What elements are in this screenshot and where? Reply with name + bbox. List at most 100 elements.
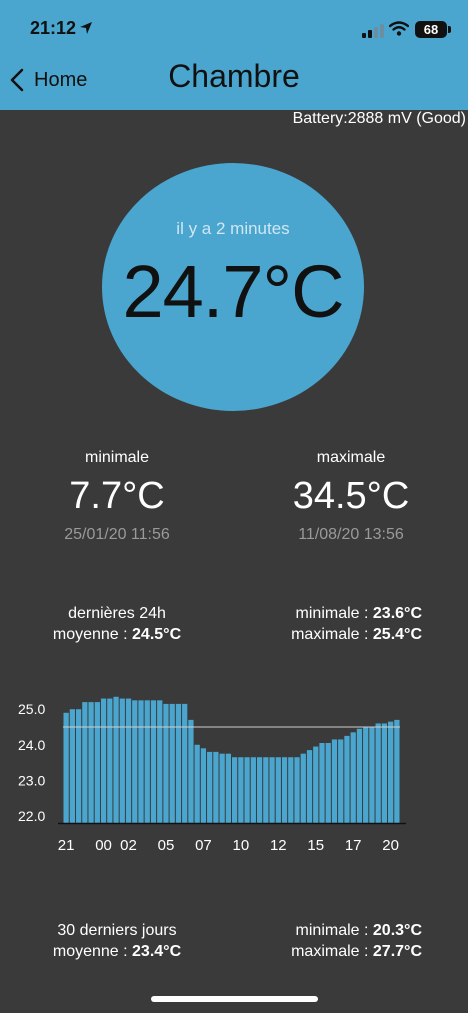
max-date: 11/08/20 13:56 bbox=[298, 526, 404, 543]
chart-bar bbox=[275, 757, 281, 823]
chart-bar bbox=[100, 698, 107, 823]
chart-bar bbox=[394, 719, 400, 823]
current-temperature-circle: il y a 2 minutes 24.7°C bbox=[102, 163, 364, 411]
chart-bar bbox=[194, 744, 200, 823]
chart-bar bbox=[88, 702, 94, 823]
chart-bar bbox=[350, 732, 356, 823]
chart-bar bbox=[213, 751, 219, 823]
last24-average: moyenne : 24.5°C bbox=[52, 626, 182, 643]
status-time: 21:12 bbox=[30, 18, 77, 38]
x-tick-label: 20 bbox=[382, 837, 399, 854]
chart-bar bbox=[82, 702, 88, 823]
max-record: maximale 34.5°C 11/08/20 13:56 bbox=[234, 449, 468, 544]
chart-bar bbox=[238, 757, 244, 823]
chart-bar bbox=[163, 703, 169, 823]
chart-bar bbox=[107, 698, 113, 823]
battery-icon: 68 bbox=[415, 21, 447, 38]
chart-bar bbox=[388, 721, 394, 823]
min-date: 25/01/20 11:56 bbox=[64, 526, 170, 543]
wifi-icon bbox=[389, 21, 409, 36]
page-title: Chambre bbox=[168, 58, 300, 94]
x-tick-label: 07 bbox=[195, 837, 212, 854]
temperature-24h-chart: 25.0 24.0 23.0 22.0 21 00 02 05 07 10 12 15 17 20 bbox=[18, 696, 406, 854]
chart-bar bbox=[294, 757, 300, 823]
chart-bar bbox=[281, 757, 288, 823]
last24-right: minimale : 23.6°C maximale : 25.4°C bbox=[291, 603, 422, 645]
chart-bar bbox=[338, 739, 344, 823]
x-tick-label: 17 bbox=[345, 837, 362, 854]
chart-bar bbox=[200, 748, 207, 823]
chart-bar bbox=[375, 723, 381, 823]
min-value: 7.7°C bbox=[69, 475, 165, 517]
chart-bar bbox=[300, 753, 306, 823]
chart-bar bbox=[244, 757, 250, 823]
x-tick-label: 12 bbox=[270, 837, 287, 854]
chart-bar bbox=[113, 696, 119, 823]
chart-bar bbox=[331, 739, 338, 823]
x-tick-label: 10 bbox=[233, 837, 250, 854]
chart-bar bbox=[225, 753, 231, 823]
chart-bar bbox=[381, 723, 388, 823]
chart-bar bbox=[250, 757, 256, 823]
chart-bar bbox=[306, 750, 313, 823]
chart-bar bbox=[94, 702, 100, 823]
x-tick-label: 15 bbox=[307, 837, 324, 854]
chart-bar bbox=[369, 727, 375, 823]
home-indicator[interactable] bbox=[151, 996, 318, 1002]
chart-bar bbox=[175, 703, 182, 823]
x-tick-label: 05 bbox=[158, 837, 175, 854]
battery-info: Battery:2888 mV (Good) bbox=[292, 110, 466, 127]
chart-bar bbox=[132, 700, 138, 823]
last30-left: 30 derniers jours moyenne : 23.4°C bbox=[46, 920, 188, 962]
chart-bar bbox=[75, 709, 82, 823]
chart-bar bbox=[169, 703, 175, 823]
last24-left: dernières 24h moyenne : 24.5°C bbox=[46, 603, 188, 645]
x-tick-label: 02 bbox=[120, 837, 137, 854]
min-label: minimale bbox=[84, 449, 149, 466]
chart-bar bbox=[144, 700, 150, 823]
last24-max: maximale : 25.4°C bbox=[291, 626, 422, 643]
last30-right: minimale : 20.3°C maximale : 27.7°C bbox=[291, 920, 422, 962]
current-temperature: 24.7°C bbox=[122, 250, 344, 333]
chart-bar bbox=[138, 700, 144, 823]
last30-period: 30 derniers jours bbox=[57, 922, 177, 939]
chart-bar bbox=[263, 757, 269, 823]
chart-bar bbox=[125, 698, 132, 823]
y-tick-label: 25.0 bbox=[18, 701, 45, 717]
last30-max: maximale : 27.7°C bbox=[291, 943, 422, 960]
chart-bar bbox=[325, 743, 331, 823]
y-tick-label: 22.0 bbox=[18, 808, 45, 824]
chart-bar bbox=[313, 746, 319, 823]
x-tick-label: 21 bbox=[58, 837, 75, 854]
nav-header: 21:12 68 Home Chambre bbox=[0, 0, 468, 110]
chart-bar bbox=[288, 757, 294, 823]
chart-bar bbox=[119, 698, 125, 823]
chart-bar bbox=[188, 719, 194, 823]
chart-bar bbox=[207, 751, 213, 823]
x-tick-label: 00 bbox=[95, 837, 112, 854]
last30-average: moyenne : 23.4°C bbox=[52, 943, 182, 960]
chart-bar bbox=[150, 700, 157, 823]
chart-bar bbox=[182, 703, 188, 823]
last24-period: dernières 24h bbox=[68, 605, 166, 622]
chart-bar bbox=[269, 757, 275, 823]
y-tick-label: 23.0 bbox=[18, 772, 45, 788]
min-record: minimale 7.7°C 25/01/20 11:56 bbox=[0, 449, 234, 544]
chart-bar bbox=[256, 757, 263, 823]
chart-bar bbox=[363, 727, 369, 823]
max-value: 34.5°C bbox=[292, 475, 410, 517]
chart-bar bbox=[63, 712, 69, 823]
chart-bar bbox=[157, 700, 163, 823]
chart-bar bbox=[356, 728, 363, 823]
location-arrow-icon bbox=[80, 22, 92, 34]
last24-min: minimale : 23.6°C bbox=[295, 605, 422, 622]
cellular-signal-icon bbox=[362, 24, 384, 38]
last-update-text: il y a 2 minutes bbox=[176, 219, 290, 238]
chart-bar bbox=[69, 709, 75, 823]
last30-min: minimale : 20.3°C bbox=[295, 922, 422, 939]
chart-bar bbox=[319, 743, 325, 823]
max-label: maximale bbox=[316, 449, 386, 466]
chart-bar bbox=[344, 735, 350, 823]
battery-cap bbox=[448, 26, 451, 33]
chart-bar bbox=[219, 753, 225, 823]
